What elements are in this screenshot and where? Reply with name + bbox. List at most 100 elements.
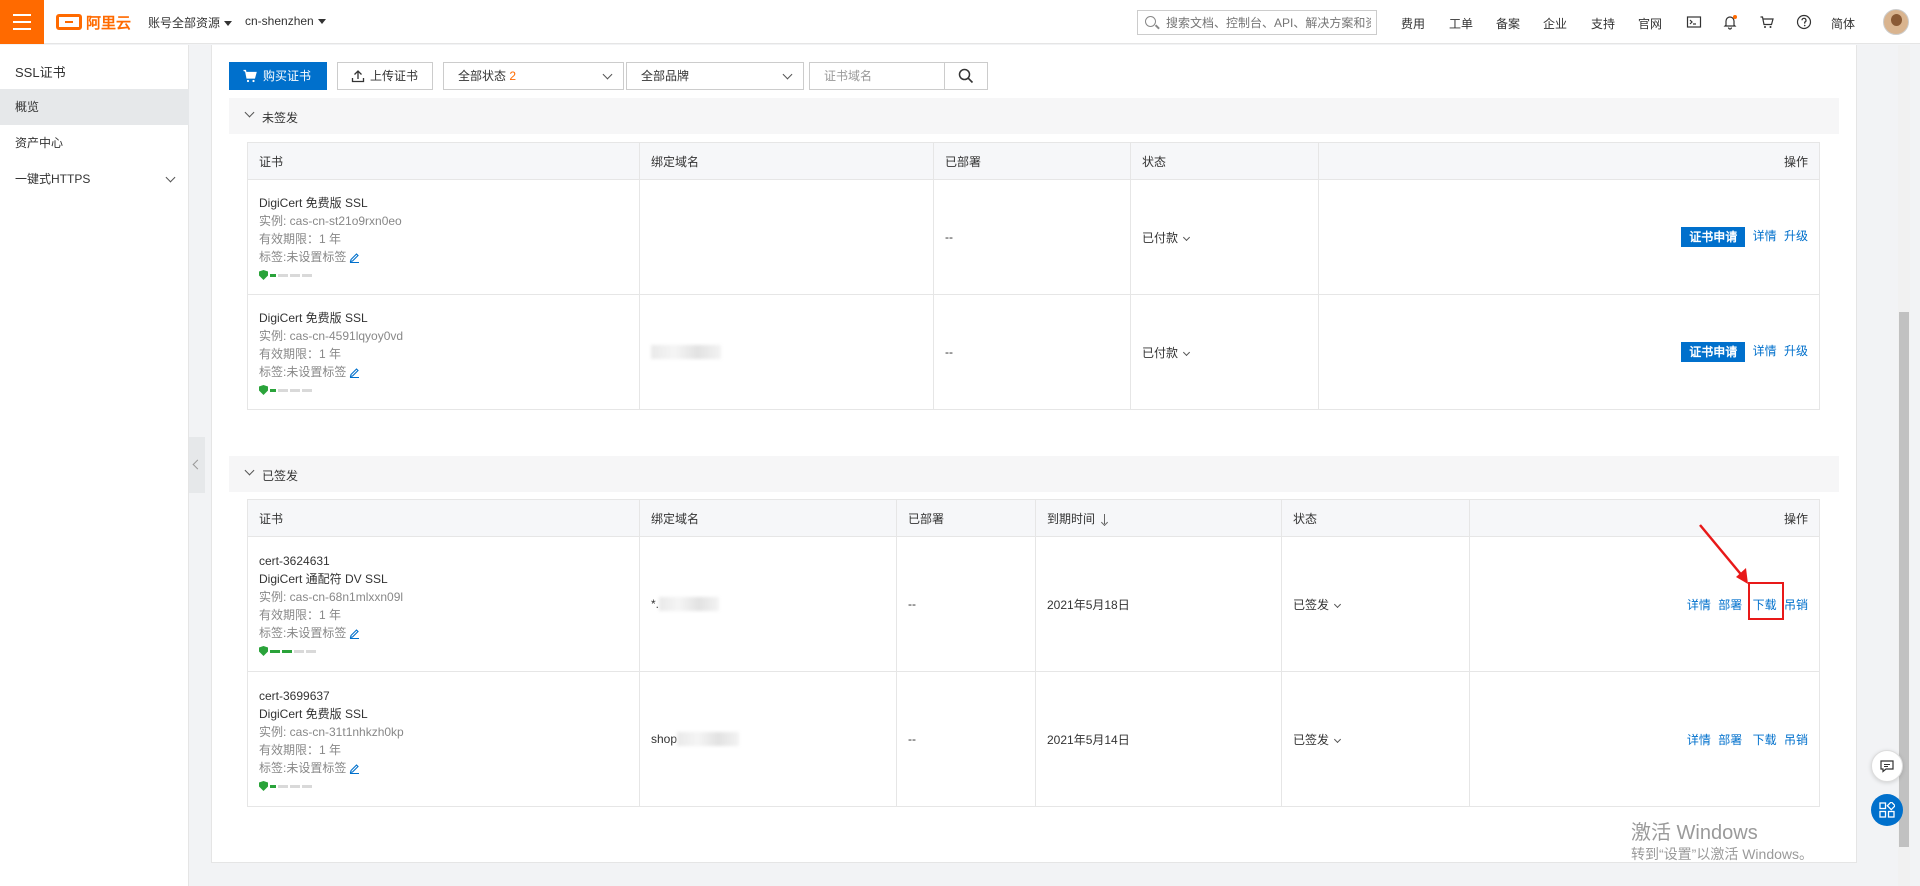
region-dropdown[interactable]: cn-shenzhen	[245, 14, 326, 28]
table-row: DigiCert 免费版 SSL 实例: cas-cn-4591lqyoy0vd…	[247, 294, 1820, 410]
nav-enterprise[interactable]: 企业	[1543, 15, 1567, 32]
domain-search-input[interactable]: 证书域名	[809, 62, 945, 90]
domain-text: *.	[651, 596, 660, 611]
redacted-domain	[651, 345, 721, 360]
cert-name: DigiCert 免费版 SSL	[259, 707, 368, 721]
detail-link[interactable]: 详情	[1687, 733, 1711, 747]
global-search[interactable]	[1137, 10, 1377, 35]
deploy-dropdown[interactable]: 部署	[1718, 733, 1745, 747]
edit-icon[interactable]	[349, 628, 360, 640]
edit-icon[interactable]	[349, 252, 360, 264]
apply-certificate-button[interactable]: 证书申请	[1681, 342, 1746, 362]
edit-icon[interactable]	[349, 763, 360, 775]
nav-support[interactable]: 支持	[1591, 15, 1615, 32]
terminal-icon[interactable]	[1686, 14, 1702, 30]
logo-mark-icon	[56, 14, 82, 30]
status-dropdown[interactable]: 已付款	[1142, 345, 1191, 360]
status-label: 已签发	[1293, 732, 1330, 747]
deployed-cell: --	[896, 671, 1036, 807]
meter-segment	[290, 784, 300, 788]
windows-activation-title: 激活 Windows	[1631, 822, 1758, 844]
meter-segment	[302, 388, 312, 392]
revoke-link[interactable]: 吊销	[1784, 733, 1808, 747]
status-dropdown[interactable]: 已签发	[1293, 732, 1342, 747]
nav-tickets[interactable]: 工单	[1449, 15, 1473, 32]
meter-segment	[302, 784, 312, 788]
apps-float-button[interactable]	[1871, 794, 1903, 826]
cart-icon[interactable]	[1759, 14, 1775, 30]
issued-section-header[interactable]: 已签发	[229, 456, 1839, 492]
column-header: 状态	[1281, 499, 1470, 537]
cert-tags-label: 标签:未设置标签	[259, 626, 347, 640]
unissued-section-header[interactable]: 未签发	[229, 98, 1839, 134]
detail-link[interactable]: 详情	[1753, 229, 1777, 243]
status-label: 已付款	[1142, 345, 1179, 360]
status-filter-select[interactable]: 全部状态 2	[443, 62, 624, 90]
sidebar-collapse-toggle[interactable]	[189, 437, 205, 493]
cert-tags: 标签:未设置标签	[259, 248, 639, 266]
global-search-input[interactable]	[1166, 14, 1371, 31]
download-link[interactable]: 下载	[1753, 733, 1777, 747]
cert-tags-label: 标签:未设置标签	[259, 250, 347, 264]
status-dropdown[interactable]: 已签发	[1293, 597, 1342, 612]
detail-link[interactable]: 详情	[1687, 598, 1711, 612]
shield-icon	[259, 385, 268, 395]
issued-table: 证书 绑定域名 已部署 到期时间 状态 操作 cert-3624631 Digi…	[247, 499, 1820, 807]
cert-name: DigiCert 通配符 DV SSL	[259, 572, 388, 586]
buy-certificate-label: 购买证书	[263, 69, 312, 83]
bell-icon[interactable]	[1722, 14, 1738, 30]
detail-link[interactable]: 详情	[1753, 344, 1777, 358]
status-dropdown[interactable]: 已付款	[1142, 231, 1191, 245]
section-title: 未签发	[262, 111, 299, 125]
edit-icon[interactable]	[349, 367, 360, 379]
shield-icon	[259, 781, 268, 791]
chat-icon	[1880, 760, 1894, 773]
search-icon	[958, 68, 974, 84]
cert-id: cert-3699637	[259, 689, 330, 703]
meter-segment	[278, 388, 288, 392]
meter-segment	[306, 649, 316, 653]
sidebar-item-https[interactable]: 一键式HTTPS	[0, 161, 189, 197]
cert-id: cert-3624631	[259, 554, 330, 568]
menu-icon[interactable]	[0, 0, 44, 44]
sidebar-item-assets[interactable]: 资产中心	[0, 125, 189, 161]
buy-certificate-button[interactable]: 购买证书	[229, 62, 327, 90]
column-header-label: 到期时间	[1047, 511, 1096, 526]
table-row: cert-3624631 DigiCert 通配符 DV SSL 实例: cas…	[247, 536, 1820, 672]
upgrade-link[interactable]: 升级	[1784, 229, 1808, 243]
apps-grid-icon	[1879, 802, 1895, 818]
aliyun-logo[interactable]: 阿里云	[56, 11, 131, 33]
nav-billing[interactable]: 费用	[1401, 15, 1425, 32]
chat-float-button[interactable]	[1871, 750, 1903, 782]
security-level-meter	[259, 781, 639, 791]
sidebar-item-overview[interactable]: 概览	[0, 89, 189, 125]
upgrade-link[interactable]: 升级	[1784, 344, 1808, 358]
chevron-down-icon	[1182, 348, 1191, 356]
nav-icp[interactable]: 备案	[1496, 15, 1520, 32]
certificate-cell: DigiCert 免费版 SSL 实例: cas-cn-st21o9rxn0eo…	[247, 179, 640, 295]
status-cell: 已付款	[1130, 179, 1319, 295]
status-label: 已签发	[1293, 597, 1330, 612]
cert-tags-label: 标签:未设置标签	[259, 365, 347, 379]
apply-certificate-button[interactable]: 证书申请	[1681, 227, 1746, 247]
account-scope-dropdown[interactable]: 账号全部资源	[148, 14, 233, 31]
brand-filter-select[interactable]: 全部品牌	[626, 62, 804, 90]
user-avatar[interactable]	[1883, 9, 1909, 35]
actions-cell: 详情 部署 下载 吊销	[1469, 671, 1820, 807]
help-icon[interactable]	[1796, 14, 1812, 30]
column-header: 证书	[247, 142, 640, 180]
revoke-link[interactable]: 吊销	[1784, 598, 1808, 612]
nav-official-site[interactable]: 官网	[1638, 15, 1662, 32]
deployed-cell: --	[933, 179, 1131, 295]
cart-icon	[243, 69, 257, 83]
status-cell: 已付款	[1130, 294, 1319, 410]
language-switch[interactable]: 简体	[1831, 15, 1855, 32]
sort-icon[interactable]	[1101, 513, 1109, 525]
shield-icon	[259, 270, 268, 280]
search-button[interactable]	[944, 62, 988, 90]
deploy-dropdown[interactable]: 部署	[1718, 598, 1745, 612]
upload-certificate-button[interactable]: 上传证书	[337, 62, 433, 90]
domain-text: shop	[651, 731, 678, 746]
security-level-meter	[259, 270, 639, 280]
column-header-expiry[interactable]: 到期时间	[1035, 499, 1282, 537]
